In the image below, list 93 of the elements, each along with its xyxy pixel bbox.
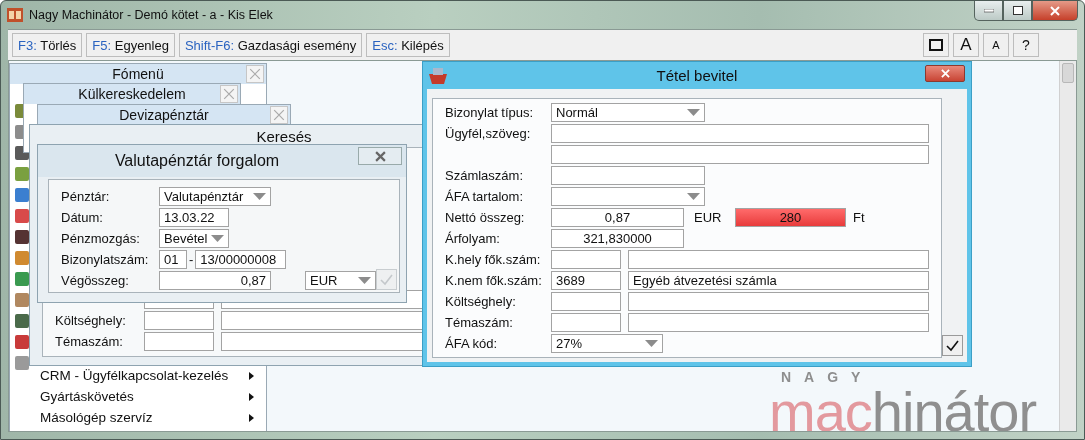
dropdown[interactable]: Bevétel bbox=[159, 229, 229, 248]
window-title: Valutapénztár forgalom bbox=[114, 152, 280, 170]
dropdown-arrow-icon bbox=[253, 193, 266, 200]
account-code-field[interactable]: 3689 bbox=[551, 271, 621, 290]
account-name-field[interactable]: Egyéb átvezetési számla bbox=[628, 271, 929, 290]
text-field[interactable] bbox=[551, 145, 929, 164]
shortcut-button[interactable]: Shift-F6: Gazdasági esemény bbox=[178, 33, 363, 57]
code-field[interactable] bbox=[144, 332, 214, 351]
amount-field[interactable]: 0,87 bbox=[551, 208, 684, 227]
field-label: Pénztár: bbox=[61, 189, 111, 204]
account-code-field[interactable] bbox=[551, 313, 621, 332]
field-label: Témaszám: bbox=[55, 334, 124, 349]
field-label: K.hely fők.szám: bbox=[445, 252, 542, 267]
amount-field[interactable]: 0,87 bbox=[159, 271, 271, 290]
help-button[interactable]: ? bbox=[1013, 33, 1039, 57]
window-title: Keresés bbox=[256, 127, 312, 145]
converted-amount-field[interactable]: 280 bbox=[735, 208, 846, 227]
scrollbar[interactable] bbox=[1059, 61, 1076, 431]
shortcut-button[interactable]: F3: Törlés bbox=[12, 33, 83, 57]
number-field[interactable]: 13/00000008 bbox=[195, 250, 287, 269]
dropdown-arrow-icon bbox=[687, 193, 700, 200]
dropdown-arrow-icon bbox=[687, 109, 700, 116]
maximize-button[interactable] bbox=[1003, 1, 1032, 21]
close-icon bbox=[374, 150, 386, 162]
currency-dropdown[interactable]: EUR bbox=[305, 271, 376, 290]
checkmark-icon bbox=[946, 339, 959, 352]
panel-title: Fómenü bbox=[112, 66, 164, 82]
field-label: Árfolyam: bbox=[445, 231, 501, 246]
dropdown-arrow-icon bbox=[211, 235, 224, 242]
dropdown[interactable] bbox=[551, 187, 705, 206]
font-size-button[interactable]: A bbox=[953, 33, 979, 57]
close-icon bbox=[940, 69, 950, 78]
maximize-icon bbox=[1012, 6, 1023, 15]
account-name-field[interactable] bbox=[628, 313, 929, 332]
dropdown[interactable]: Normál bbox=[551, 103, 705, 122]
text-field[interactable] bbox=[551, 166, 705, 185]
menu-item[interactable]: Másológép szervíz bbox=[10, 407, 266, 428]
field-label: Költséghely: bbox=[445, 294, 517, 309]
panel-title: Devizapénztár bbox=[119, 107, 209, 123]
logo-wordmark: machinátor bbox=[769, 384, 1037, 431]
checkmark-icon bbox=[380, 273, 393, 286]
shortcut-button[interactable]: Esc: Kilépés bbox=[366, 33, 450, 57]
close-button[interactable] bbox=[1032, 1, 1078, 21]
account-name-field[interactable] bbox=[628, 292, 929, 311]
window-title: Tétel bevitel bbox=[656, 67, 738, 84]
basket-icon bbox=[427, 65, 449, 85]
field-label: K.nem fők.szám: bbox=[445, 273, 543, 288]
minimize-button[interactable] bbox=[974, 1, 1003, 21]
square-icon bbox=[929, 39, 943, 51]
field-label: Pénzmozgás: bbox=[61, 231, 141, 246]
minimize-icon bbox=[983, 8, 994, 13]
field-label: Dátum: bbox=[61, 210, 104, 225]
field-label: ÁFA kód: bbox=[445, 336, 499, 351]
close-icon bbox=[223, 88, 235, 100]
window-mode-button[interactable] bbox=[923, 33, 949, 57]
shortcut-button[interactable]: F5: Egyenleg bbox=[86, 33, 175, 57]
menu-item[interactable]: CRM - Ügyfélkapcsolat-kezelés bbox=[10, 365, 266, 386]
field-label: Költséghely: bbox=[55, 313, 127, 328]
font-size-button[interactable]: A bbox=[983, 33, 1009, 57]
field-label: Nettó összeg: bbox=[445, 210, 526, 225]
close-icon bbox=[273, 109, 285, 121]
dropdown[interactable]: 27% bbox=[551, 334, 663, 353]
account-code-field[interactable] bbox=[551, 292, 621, 311]
close-icon bbox=[249, 68, 261, 80]
dropdown-arrow-icon bbox=[645, 340, 658, 347]
currency-label: EUR bbox=[694, 210, 723, 225]
menu-item[interactable]: Gyártáskövetés bbox=[10, 386, 266, 407]
account-code-field[interactable] bbox=[551, 250, 621, 269]
code-field[interactable] bbox=[144, 311, 214, 330]
logo-tagline: NAGY bbox=[780, 370, 875, 384]
field-label: ÁFA tartalom: bbox=[445, 189, 525, 204]
currency-label: Ft bbox=[853, 210, 865, 225]
confirm-button[interactable] bbox=[942, 335, 963, 356]
close-button[interactable] bbox=[358, 147, 402, 165]
panel-title: Külkereskedelem bbox=[78, 86, 186, 102]
dropdown-arrow-icon bbox=[358, 277, 371, 284]
field-label: Bizonylatszám: bbox=[61, 252, 150, 267]
text-field[interactable] bbox=[551, 124, 929, 143]
field-label: Témaszám: bbox=[445, 315, 514, 330]
prefix-field[interactable]: 01 bbox=[159, 250, 187, 269]
app-icon bbox=[7, 8, 23, 22]
close-icon bbox=[1050, 5, 1060, 16]
rate-field[interactable]: 321,830000 bbox=[551, 229, 684, 248]
separator: - bbox=[189, 252, 194, 267]
field-label: Bizonylat típus: bbox=[445, 105, 535, 120]
dropdown[interactable]: Valutapénztár bbox=[159, 187, 271, 206]
field-label: Ügyfél,szöveg: bbox=[445, 126, 532, 141]
field-label: Számlaszám: bbox=[445, 168, 525, 183]
date-field[interactable]: 13.03.22 bbox=[159, 208, 229, 227]
close-button[interactable] bbox=[925, 65, 965, 82]
window-title: Nagy Machinátor - Demó kötet - a - Kis Elek bbox=[29, 8, 273, 22]
account-name-field[interactable] bbox=[628, 250, 929, 269]
field-label: Végösszeg: bbox=[61, 273, 130, 288]
